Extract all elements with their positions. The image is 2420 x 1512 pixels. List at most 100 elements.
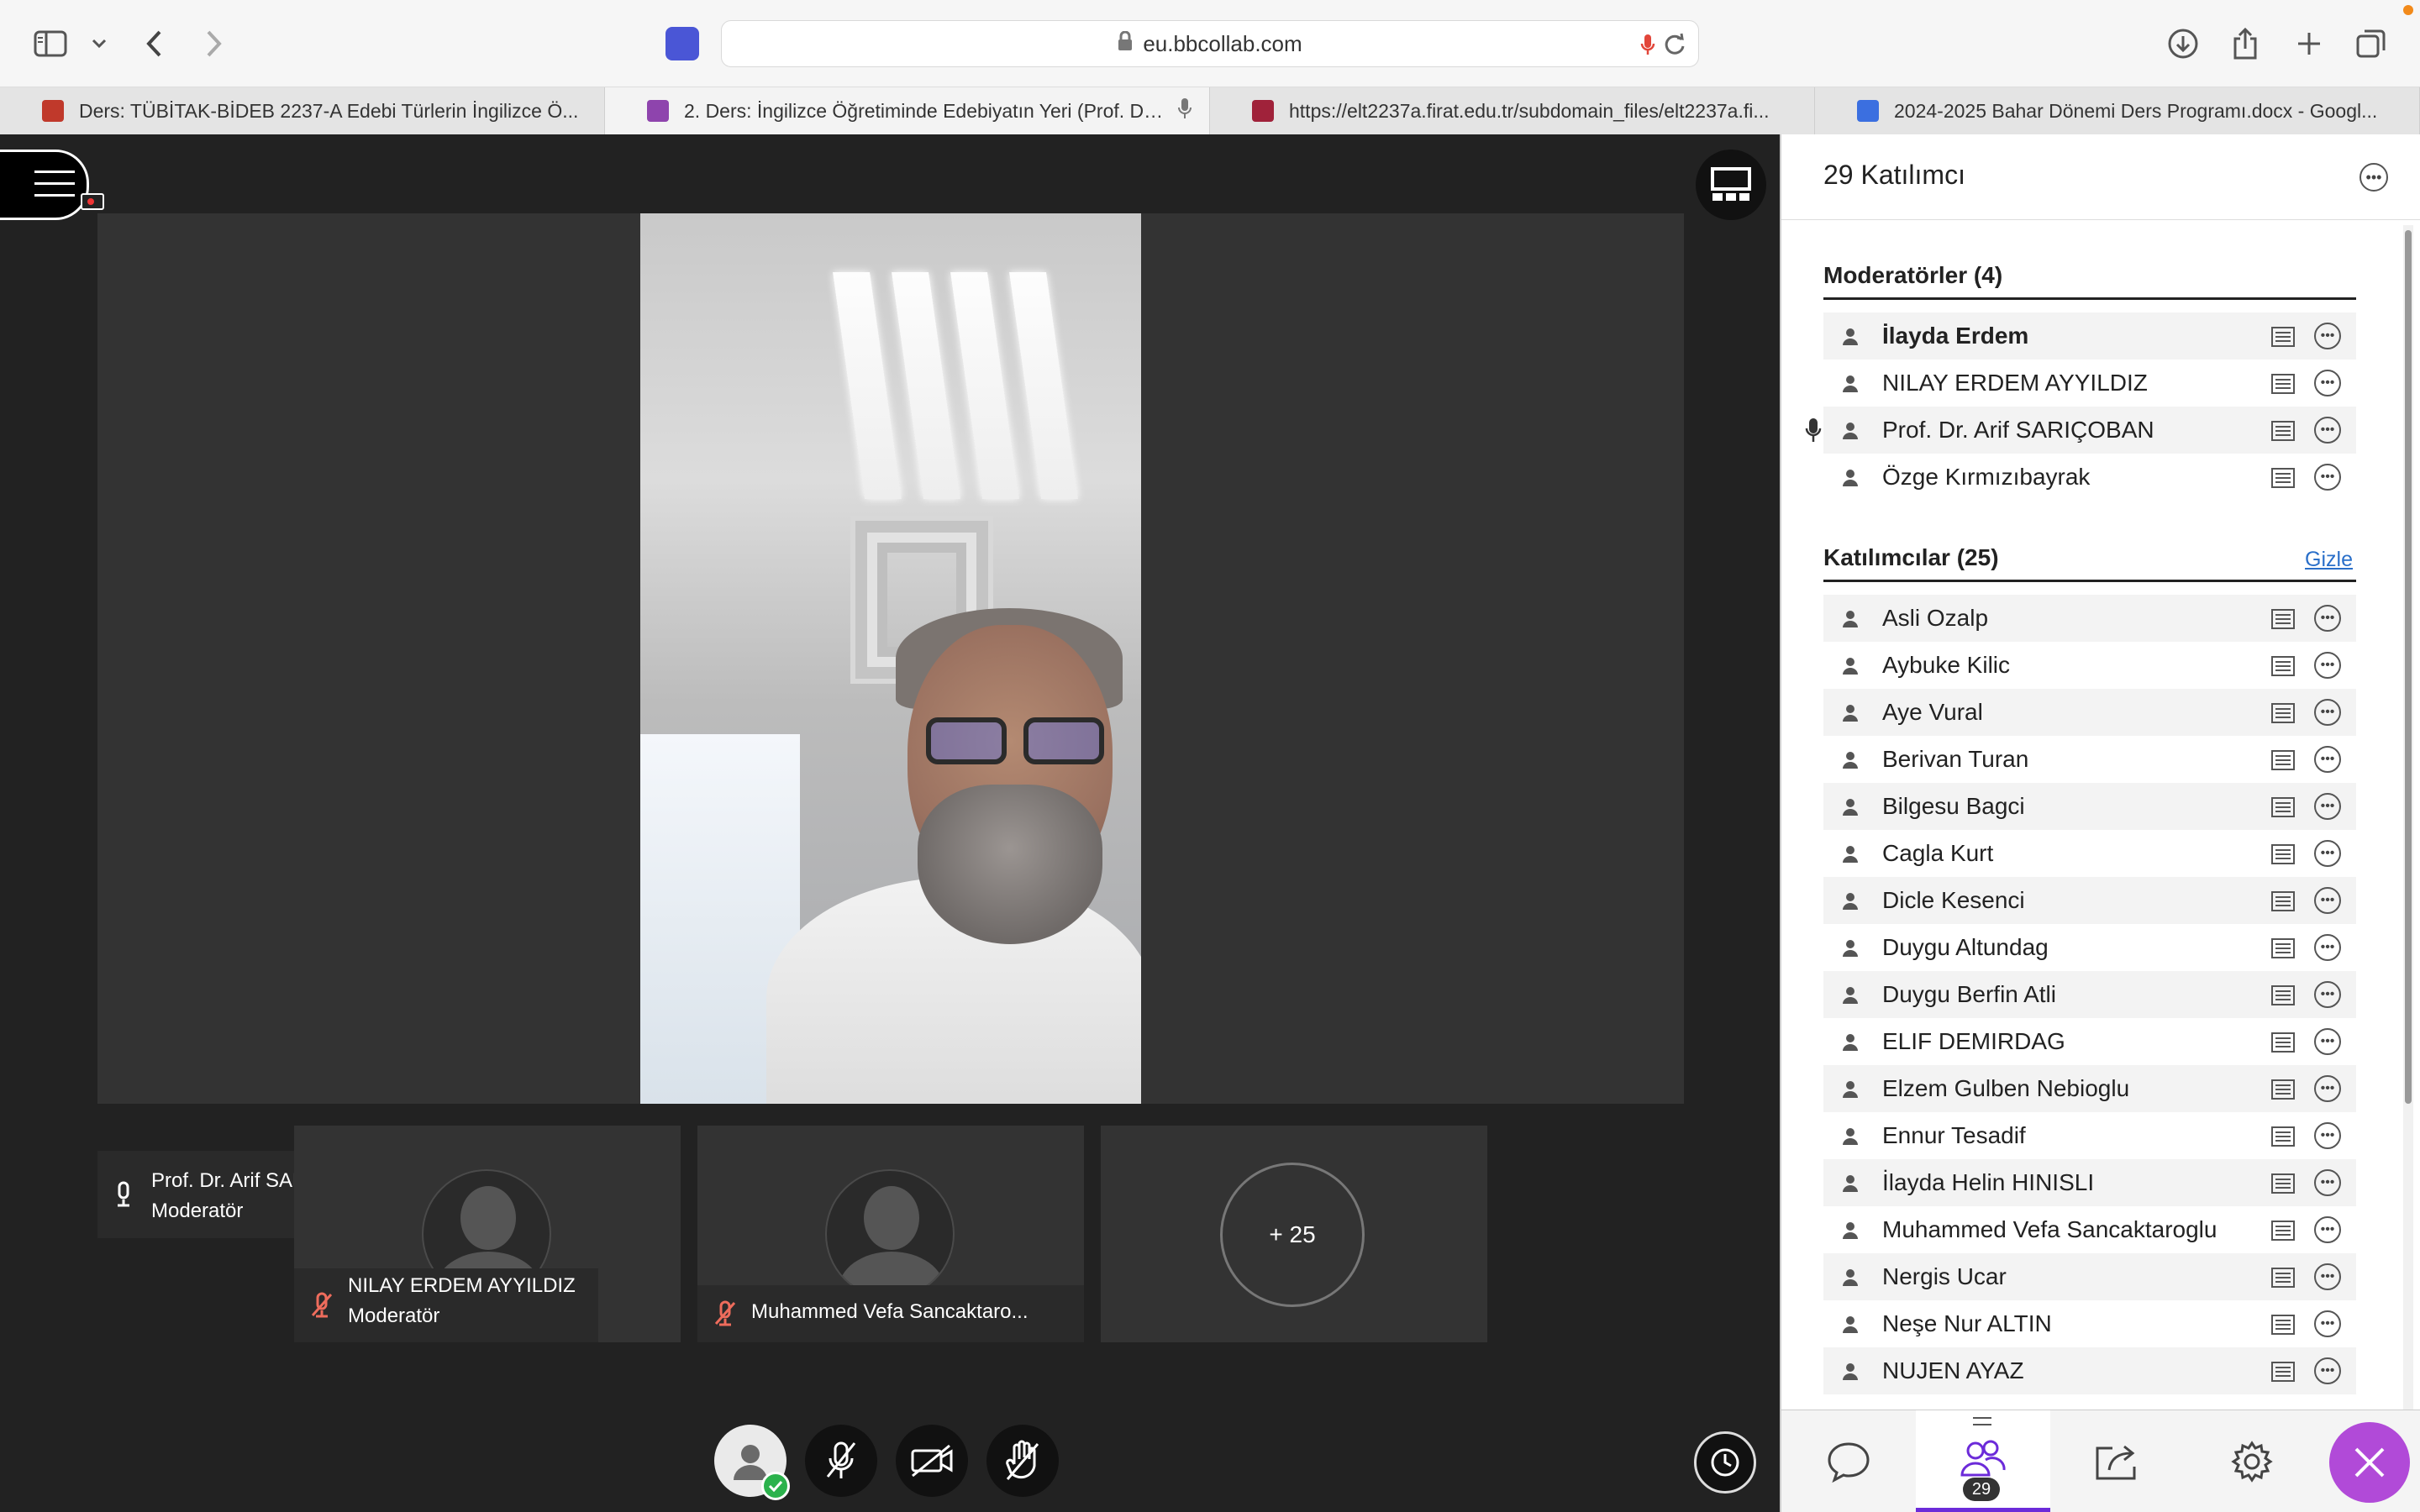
hide-participants-link[interactable]: Gizle [2305,548,2353,572]
attendee-options-icon[interactable]: ••• [2314,981,2341,1008]
attendees-tab[interactable]: 29 [1916,1410,2050,1512]
attendee-options-icon[interactable]: ••• [2314,840,2341,867]
tab-audio-mic-icon[interactable] [1177,97,1192,124]
status-timer-button[interactable] [1694,1431,1756,1494]
attendee-options-icon[interactable]: ••• [2314,793,2341,820]
list-icon[interactable] [2270,467,2296,493]
attendee-options-icon[interactable]: ••• [2314,699,2341,726]
attendee-options-icon[interactable]: ••• [2314,652,2341,679]
attendee-row[interactable]: Berivan Turan ••• [1823,736,2356,783]
list-icon[interactable] [2270,1267,2296,1293]
attendee-options-icon[interactable]: ••• [2314,605,2341,632]
attendee-row[interactable]: Duygu Altundag ••• [1823,924,2356,971]
attendee-row[interactable]: Cagla Kurt ••• [1823,830,2356,877]
attendee-options-icon[interactable]: ••• [2314,887,2341,914]
list-icon[interactable] [2270,937,2296,963]
list-icon[interactable] [2270,702,2296,728]
microphone-toggle-button[interactable] [805,1425,877,1497]
tab-1[interactable]: Ders: TÜBİTAK-BİDEB 2237-A Edebi Türleri… [0,87,605,134]
attendee-row[interactable]: Bilgesu Bagci ••• [1823,783,2356,830]
tab-4[interactable]: 2024-2025 Bahar Dönemi Ders Programı.doc… [1815,87,2420,134]
back-icon[interactable] [136,25,173,62]
more-options-icon[interactable]: ••• [2360,163,2388,192]
attendee-row[interactable]: NUJEN AYAZ ••• [1823,1347,2356,1394]
list-icon[interactable] [2270,373,2296,399]
list-icon[interactable] [2270,843,2296,869]
list-icon[interactable] [2270,1126,2296,1152]
attendee-row[interactable]: Asli Ozalp ••• [1823,595,2356,642]
reload-icon[interactable] [1663,33,1686,62]
list-icon[interactable] [2270,1361,2296,1387]
layout-toggle-button[interactable] [1696,150,1766,220]
attendee-options-icon[interactable]: ••• [2314,323,2341,349]
participant-thumbnail[interactable]: NILAY ERDEM AYYILDIZ Moderatör [294,1126,681,1342]
attendee-row[interactable]: Muhammed Vefa Sancaktaroglu ••• [1823,1206,2356,1253]
attendee-row[interactable]: Aye Vural ••• [1823,689,2356,736]
list-icon[interactable] [2270,1314,2296,1340]
share-content-tab[interactable] [2050,1410,2185,1512]
attendee-row[interactable]: NILAY ERDEM AYYILDIZ ••• [1823,360,2356,407]
share-icon[interactable] [2227,25,2264,62]
panel-scrollbar[interactable] [2403,225,2413,1418]
forward-icon[interactable] [195,25,232,62]
list-icon[interactable] [2270,608,2296,634]
camera-toggle-button[interactable] [896,1425,968,1497]
close-panel-button[interactable] [2329,1422,2410,1503]
attendee-row[interactable]: Ennur Tesadif ••• [1823,1112,2356,1159]
attendee-row[interactable]: İlayda Erdem ••• [1823,312,2356,360]
chat-tab[interactable] [1781,1410,1916,1512]
attendee-row[interactable]: İlayda Helin HINISLI ••• [1823,1159,2356,1206]
attendee-options-icon[interactable]: ••• [2314,1028,2341,1055]
presenter-video[interactable] [640,213,1141,1104]
list-icon[interactable] [2270,1220,2296,1246]
attendee-row[interactable]: Neşe Nur ALTIN ••• [1823,1300,2356,1347]
scrollbar-thumb[interactable] [2405,230,2412,1104]
attendee-options-icon[interactable]: ••• [2314,746,2341,773]
attendee-options-icon[interactable]: ••• [2314,417,2341,444]
drag-handle[interactable] [1973,1417,1991,1425]
attendee-row[interactable]: Prof. Dr. Arif SARIÇOBAN ••• [1805,407,2356,454]
more-participants-thumbnail[interactable]: + 25 [1101,1126,1487,1342]
attendee-options-icon[interactable]: ••• [2314,1357,2341,1384]
tab-2[interactable]: 2. Ders: İngilizce Öğretiminde Edebiyatı… [605,87,1210,134]
list-icon[interactable] [2270,1173,2296,1199]
list-icon[interactable] [2270,420,2296,446]
session-menu-button[interactable] [0,150,89,220]
attendee-row[interactable]: Duygu Berfin Atli ••• [1823,971,2356,1018]
microphone-icon[interactable] [1639,33,1656,62]
participant-thumbnail[interactable]: Muhammed Vefa Sancaktaro... [697,1126,1084,1342]
list-icon[interactable] [2270,749,2296,775]
attendee-row[interactable]: Özge Kırmızıbayrak ••• [1823,454,2356,501]
attendee-row[interactable]: ELIF DEMIRDAG ••• [1823,1018,2356,1065]
tab-3[interactable]: https://elt2237a.firat.edu.tr/subdomain_… [1210,87,1815,134]
new-tab-icon[interactable] [2291,25,2328,62]
list-icon[interactable] [2270,1032,2296,1058]
attendee-options-icon[interactable]: ••• [2314,934,2341,961]
settings-tab[interactable] [2185,1410,2319,1512]
list-icon[interactable] [2270,796,2296,822]
sidebar-toggle-icon[interactable] [32,25,69,62]
attendee-options-icon[interactable]: ••• [2314,1075,2341,1102]
list-icon[interactable] [2270,1079,2296,1105]
attendee-options-icon[interactable]: ••• [2314,1216,2341,1243]
attendee-row[interactable]: Elzem Gulben Nebioglu ••• [1823,1065,2356,1112]
attendee-row[interactable]: Dicle Kesenci ••• [1823,877,2356,924]
attendee-row[interactable]: Nergis Ucar ••• [1823,1253,2356,1300]
list-icon[interactable] [2270,655,2296,681]
list-icon[interactable] [2270,890,2296,916]
attendee-row[interactable]: Aybuke Kilic ••• [1823,642,2356,689]
attendee-options-icon[interactable]: ••• [2314,1169,2341,1196]
address-bar[interactable]: eu.bbcollab.com [721,20,1699,67]
chevron-down-icon[interactable] [81,25,118,62]
list-icon[interactable] [2270,984,2296,1011]
attendee-options-icon[interactable]: ••• [2314,370,2341,396]
tab-overview-icon[interactable] [2353,25,2390,62]
attendee-options-icon[interactable]: ••• [2314,1310,2341,1337]
attendee-options-icon[interactable]: ••• [2314,464,2341,491]
my-status-button[interactable] [714,1425,790,1500]
raise-hand-button[interactable] [986,1425,1059,1497]
attendee-options-icon[interactable]: ••• [2314,1263,2341,1290]
download-icon[interactable] [2165,25,2202,62]
list-icon[interactable] [2270,326,2296,352]
attendee-options-icon[interactable]: ••• [2314,1122,2341,1149]
